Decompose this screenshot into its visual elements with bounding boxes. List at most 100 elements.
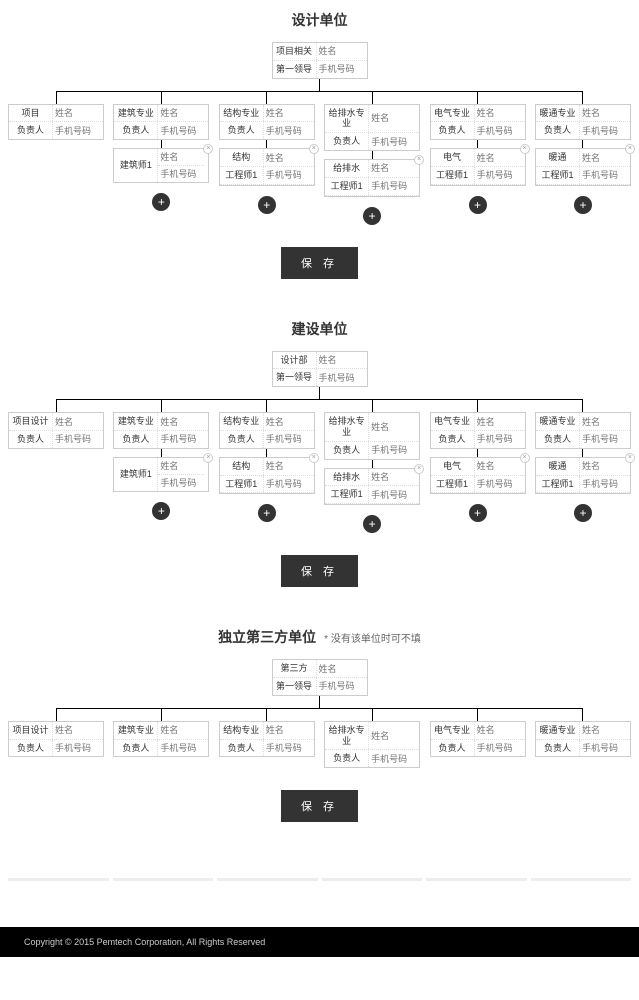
node-input[interactable] [158,414,208,430]
node-input[interactable] [264,123,314,139]
add-node-button[interactable]: + [363,207,381,225]
node-input[interactable] [580,458,630,474]
node-input[interactable] [475,476,525,492]
remove-node-button[interactable]: × [203,144,213,154]
connector [56,92,57,104]
node-input[interactable] [317,352,367,368]
node-input[interactable] [580,431,630,447]
node-input[interactable] [580,150,630,166]
node-input[interactable] [580,414,630,430]
remove-node-button[interactable]: × [309,144,319,154]
node-input[interactable] [475,105,525,121]
node-input[interactable] [369,110,419,126]
connector [161,92,162,104]
node-input[interactable] [369,160,419,176]
node-input[interactable] [475,167,525,183]
org-column: 结构专业负责人 [217,709,317,768]
node-input[interactable] [264,150,314,166]
node-input[interactable] [53,722,103,738]
node-input[interactable] [264,458,314,474]
add-node-button[interactable]: + [574,504,592,522]
node-input[interactable] [475,150,525,166]
remove-node-button[interactable]: × [414,464,424,474]
node-input[interactable] [264,105,314,121]
org-node: 给排水专业负责人 [324,412,420,459]
save-button[interactable]: 保 存 [281,790,358,822]
connector [161,140,162,148]
node-input[interactable] [475,123,525,139]
node-input[interactable] [369,442,419,458]
node-input[interactable] [369,134,419,150]
node-input[interactable] [158,458,204,475]
node-label: 负责人 [325,133,369,150]
add-node-button[interactable]: + [258,504,276,522]
add-node-button[interactable]: + [469,504,487,522]
node-input[interactable] [369,419,419,435]
node-input[interactable] [158,166,204,182]
node-input[interactable] [53,431,103,447]
node-input[interactable] [53,414,103,430]
node-input[interactable] [369,469,419,485]
connector [161,400,162,412]
remove-node-button[interactable]: × [625,144,635,154]
node-input[interactable] [317,370,367,386]
node-input[interactable] [158,431,208,447]
node-input[interactable] [158,149,204,166]
node-input[interactable] [580,105,630,121]
node-input[interactable] [264,167,314,183]
node-input[interactable] [369,487,419,503]
add-node-button[interactable]: + [574,196,592,214]
org-column: 电气专业负责人 [428,709,528,768]
save-button[interactable]: 保 存 [281,247,358,279]
add-node-button[interactable]: + [152,193,170,211]
node-input[interactable] [158,740,208,756]
add-node-button[interactable]: + [258,196,276,214]
add-node-button[interactable]: + [469,196,487,214]
node-input[interactable] [264,414,314,430]
org-column: 给排水专业负责人 [322,709,422,768]
org-column: 暖通专业负责人暖通工程师1×+ [533,400,633,533]
node-input[interactable] [369,178,419,194]
node-input[interactable] [580,476,630,492]
node-input[interactable] [53,123,103,139]
node-input[interactable] [264,722,314,738]
add-node-button[interactable]: + [152,502,170,520]
remove-node-button[interactable]: × [309,453,319,463]
remove-node-button[interactable]: × [520,453,530,463]
remove-node-button[interactable]: × [414,155,424,165]
node-input[interactable] [475,458,525,474]
node-input[interactable] [369,728,419,744]
remove-node-button[interactable]: × [625,453,635,463]
node-input[interactable] [53,740,103,756]
add-node-button[interactable]: + [363,515,381,533]
node-input[interactable] [317,43,367,59]
node-input[interactable] [317,61,367,77]
org-sub-node: 建筑师1× [113,148,209,183]
node-input[interactable] [53,105,103,121]
node-input[interactable] [264,431,314,447]
node-input[interactable] [475,722,525,738]
remove-node-button[interactable]: × [520,144,530,154]
remove-node-button[interactable]: × [203,453,213,463]
node-label: 工程师1 [220,167,264,184]
node-input[interactable] [580,722,630,738]
node-input[interactable] [580,740,630,756]
node-input[interactable] [158,475,204,491]
node-input[interactable] [475,740,525,756]
node-input[interactable] [264,476,314,492]
node-input[interactable] [264,740,314,756]
node-input[interactable] [158,105,208,121]
node-label: 负责人 [431,122,475,139]
node-label: 第一领导 [273,678,317,695]
node-input[interactable] [580,123,630,139]
node-input[interactable] [158,123,208,139]
node-input[interactable] [158,722,208,738]
node-input[interactable] [580,167,630,183]
node-input[interactable] [475,414,525,430]
node-label: 给排水专业 [325,105,369,133]
node-input[interactable] [317,661,367,677]
save-button[interactable]: 保 存 [281,555,358,587]
node-input[interactable] [369,751,419,767]
node-input[interactable] [475,431,525,447]
node-input[interactable] [317,678,367,694]
